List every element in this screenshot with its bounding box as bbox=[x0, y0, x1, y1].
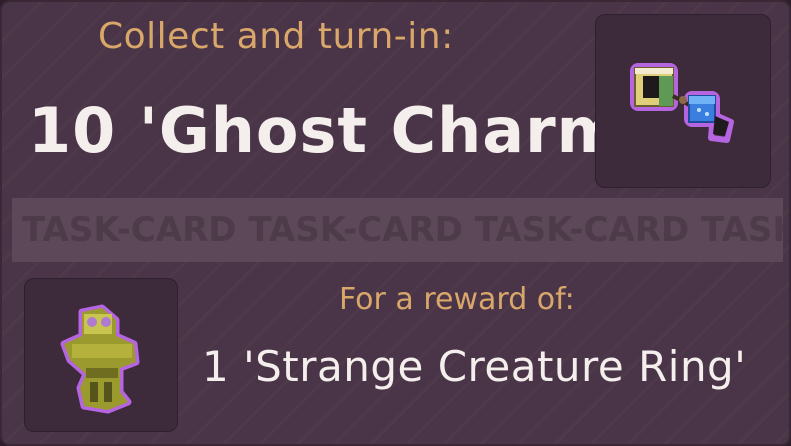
reward-item-slot[interactable] bbox=[24, 278, 178, 432]
watermark-banner: TASK-CARD TASK-CARD TASK-CARD TASK-CARD bbox=[12, 198, 783, 262]
strange-creature-ring-icon bbox=[60, 304, 140, 414]
target-item-text: 10 'Ghost Charm' bbox=[28, 94, 643, 167]
target-item-slot[interactable] bbox=[595, 14, 771, 188]
task-card: Collect and turn-in: 10 'Ghost Charm' TA… bbox=[0, 0, 791, 446]
reward-item-text: 1 'Strange Creature Ring' bbox=[202, 342, 747, 391]
banner-watermark: TASK-CARD TASK-CARD TASK-CARD TASK-CARD bbox=[22, 210, 783, 250]
collect-label: Collect and turn-in: bbox=[98, 16, 454, 57]
ghost-charm-icon bbox=[630, 63, 734, 143]
reward-label: For a reward of: bbox=[339, 282, 575, 317]
